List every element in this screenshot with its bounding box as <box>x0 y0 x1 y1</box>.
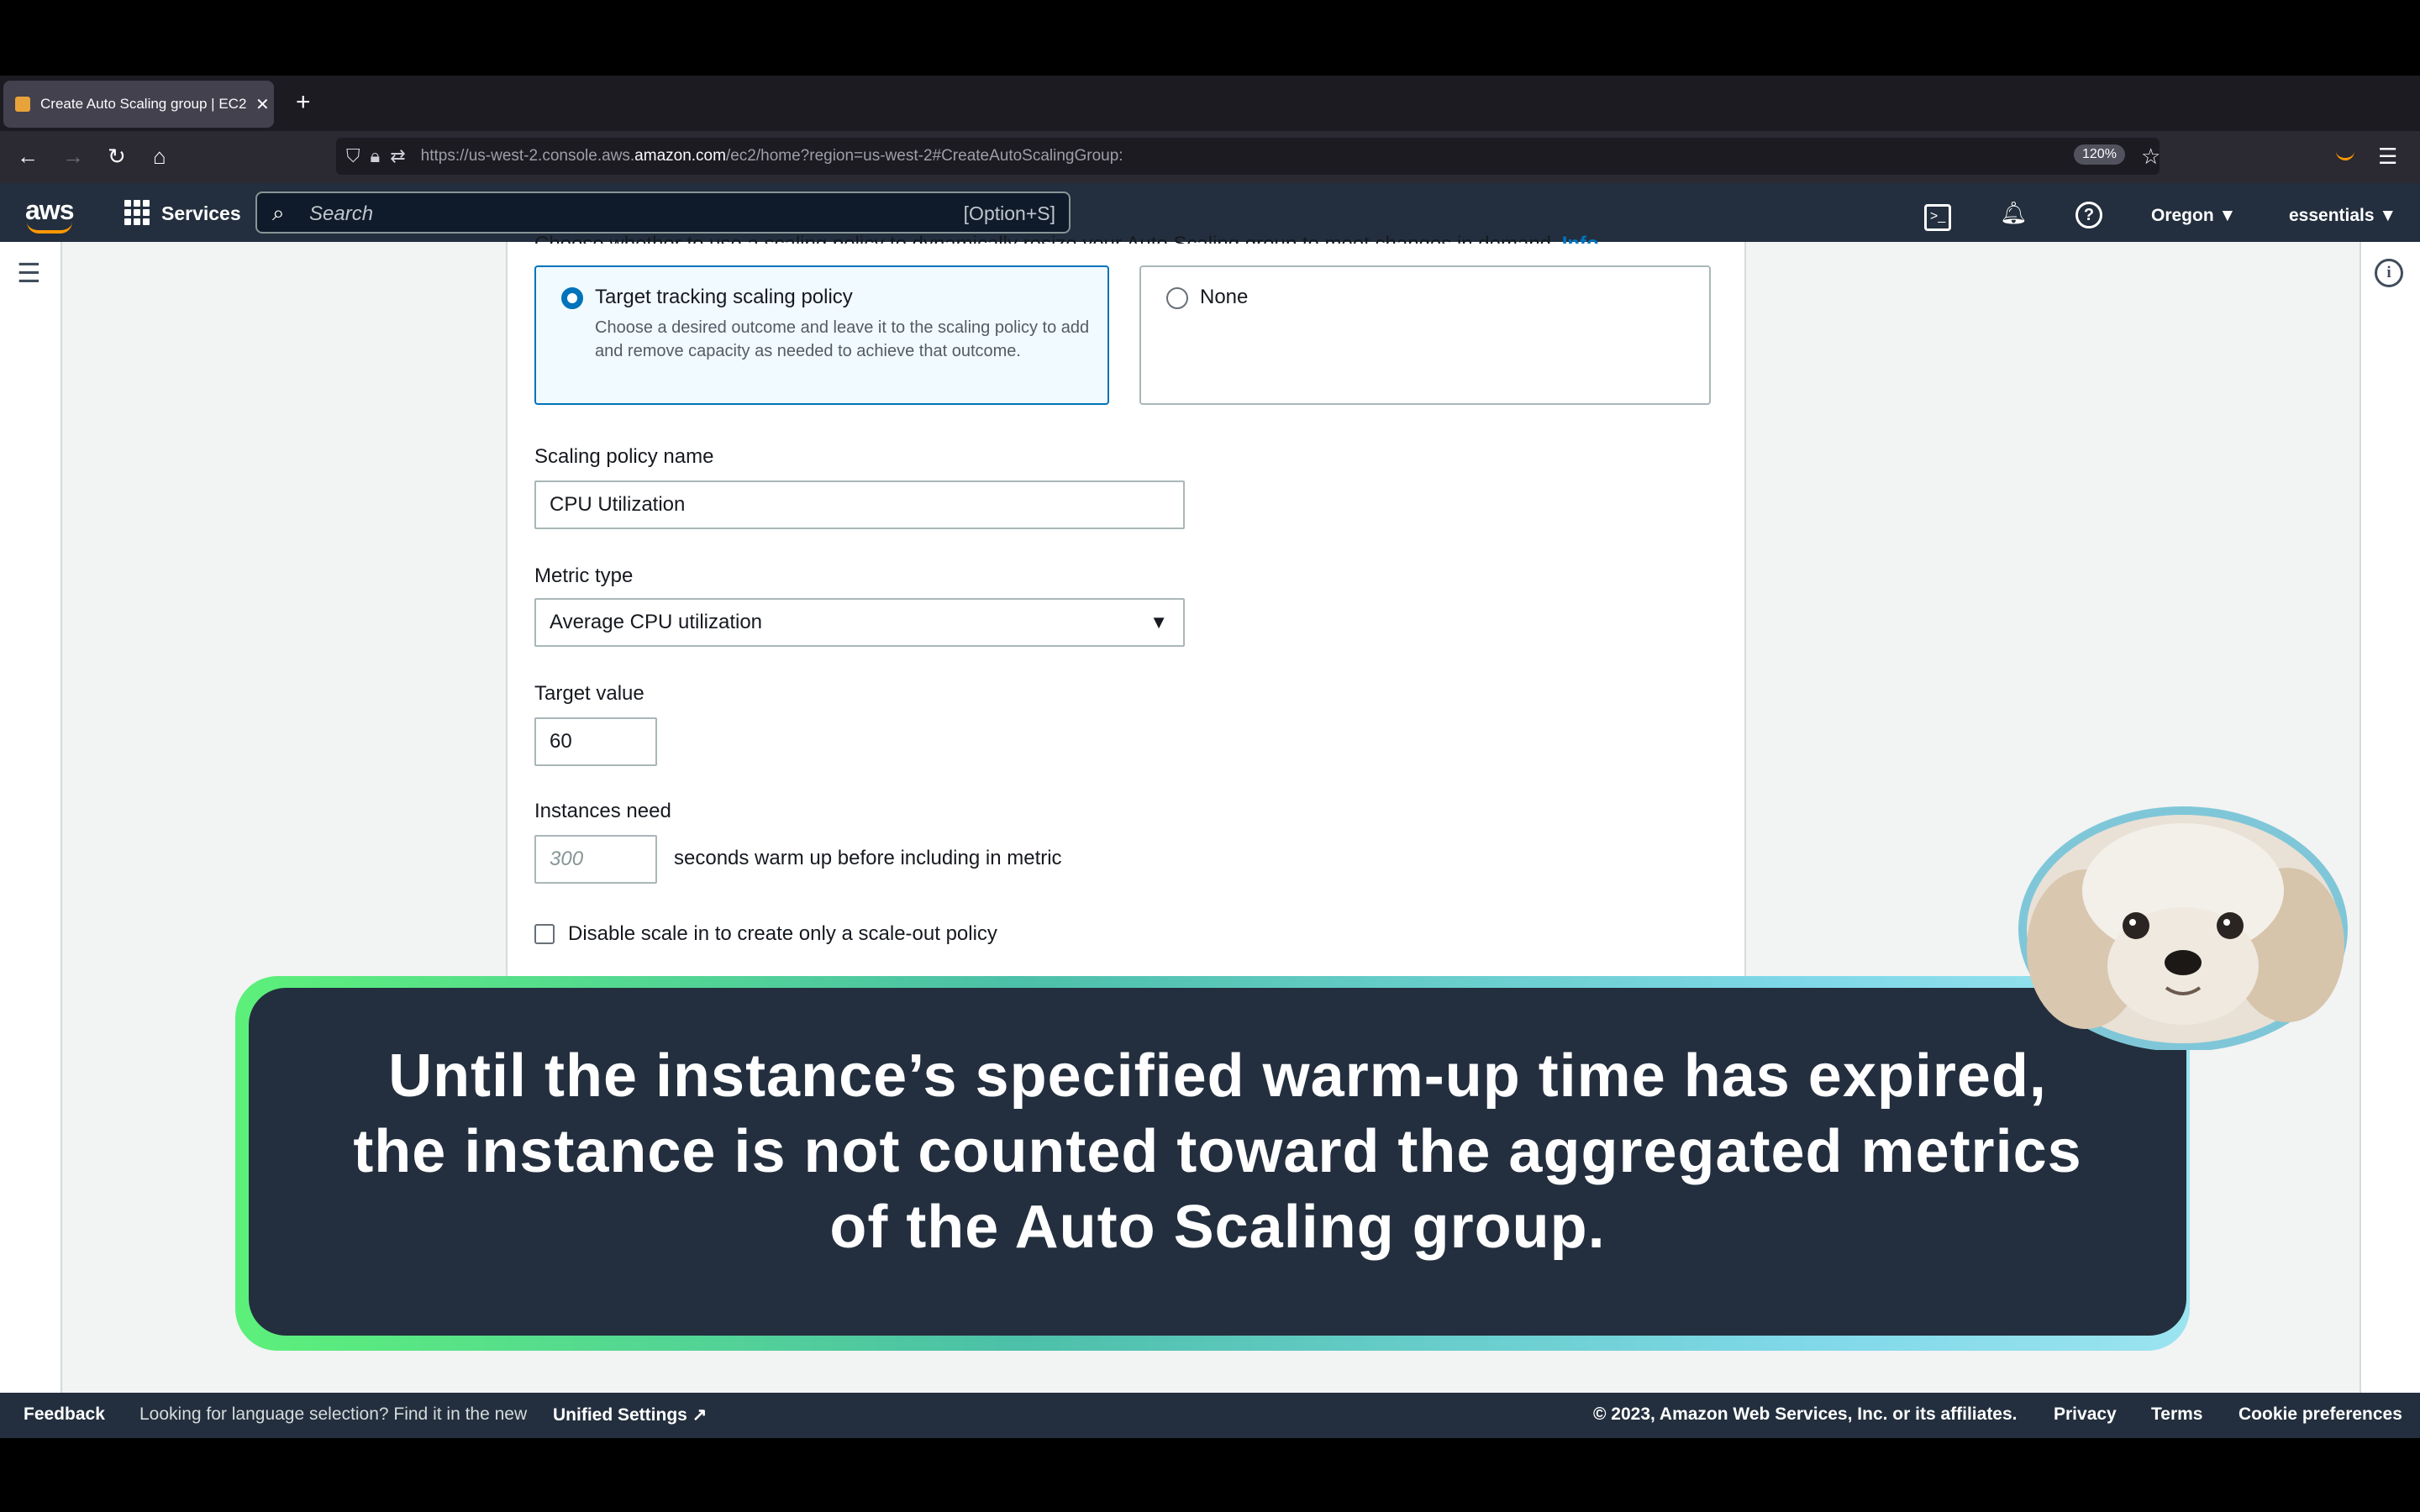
target-value-field[interactable]: 60 <box>534 717 657 766</box>
help-panel-rail <box>2360 242 2420 1393</box>
search-input[interactable]: ⌕ Search [Option+S] <box>255 192 1071 234</box>
target-tracking-title: Target tracking scaling policy <box>595 286 853 308</box>
disable-scale-in-label: Disable scale in to create only a scale-… <box>568 922 997 945</box>
target-tracking-radio[interactable] <box>561 287 583 309</box>
back-icon[interactable]: ← <box>17 139 39 173</box>
policy-name-label: Scaling policy name <box>534 445 714 468</box>
search-placeholder: Search <box>309 202 374 225</box>
metric-type-select[interactable]: Average CPU utilization ▼ <box>534 598 1185 647</box>
lock-icon: 🔒︎ <box>370 145 381 166</box>
policy-name-field[interactable]: CPU Utilization <box>534 480 1185 529</box>
unified-settings-label: Unified Settings <box>553 1405 687 1425</box>
reload-icon[interactable]: ↻ <box>108 139 126 173</box>
browser-tab-strip <box>0 76 2420 131</box>
disable-scale-in-checkbox[interactable] <box>534 924 555 944</box>
section-description: Choose whether to use a scaling policy t… <box>534 232 1599 244</box>
caption-text: Until the instance’s specified warm-up t… <box>249 1038 2186 1265</box>
copyright: © 2023, Amazon Web Services, Inc. or its… <box>1593 1404 2018 1424</box>
privacy-link[interactable]: Privacy <box>2054 1404 2117 1425</box>
target-value-label: Target value <box>534 682 644 705</box>
side-nav <box>0 242 62 1393</box>
metric-type-value: Average CPU utilization <box>550 611 763 633</box>
shield-icon: ⛉ <box>346 145 360 166</box>
bookmark-star-icon[interactable]: ☆ <box>2141 139 2160 173</box>
menu-icon[interactable]: ☰ <box>2378 139 2397 173</box>
url-text: https://us-west-2.console.aws.amazon.com… <box>420 147 1123 165</box>
external-link-icon: ↗ <box>692 1405 708 1425</box>
terms-link[interactable]: Terms <box>2151 1404 2202 1425</box>
account-menu[interactable]: essentials ▼ <box>2289 202 2396 230</box>
browser-tab[interactable]: Create Auto Scaling group | EC2 ✕ <box>3 81 274 128</box>
warmup-field[interactable]: 300 <box>534 835 657 884</box>
target-tracking-option[interactable]: Target tracking scaling policy Choose a … <box>534 265 1109 405</box>
tab-favicon-icon <box>15 97 30 112</box>
region-selector[interactable]: Oregon ▼ <box>2151 202 2236 230</box>
caret-down-icon: ▼ <box>1150 612 1168 633</box>
language-prompt: Looking for language selection? Find it … <box>139 1404 528 1424</box>
none-option[interactable]: None <box>1139 265 1711 405</box>
warmup-suffix: seconds warm up before including in metr… <box>674 847 1062 869</box>
tab-title: Create Auto Scaling group | EC2 <box>40 96 247 112</box>
services-grid-icon[interactable] <box>124 200 150 225</box>
new-tab-button[interactable]: + <box>296 87 311 118</box>
caption-line-2: the instance is not counted toward the a… <box>353 1118 2082 1185</box>
aws-logo-smile-icon <box>27 222 72 234</box>
target-tracking-description: Choose a desired outcome and leave it to… <box>595 318 1090 360</box>
search-icon: ⌕ <box>272 200 285 225</box>
caption-line-3: of the Auto Scaling group. <box>829 1194 1606 1261</box>
none-title: None <box>1200 286 1249 308</box>
info-panel-icon[interactable]: i <box>2375 259 2403 287</box>
services-menu[interactable]: Services <box>161 200 241 227</box>
zoom-badge[interactable]: 120% <box>2074 144 2125 165</box>
tab-close-icon[interactable]: ✕ <box>255 94 270 115</box>
warmup-label: Instances need <box>534 800 671 822</box>
unified-settings-link[interactable]: Unified Settings ↗ <box>553 1404 707 1425</box>
permissions-icon: ⇄ <box>390 145 406 166</box>
notifications-bell-icon[interactable]: 🔔︎ <box>2000 198 2028 227</box>
caption-line-1: Until the instance’s specified warm-up t… <box>388 1042 2047 1110</box>
url-bar[interactable]: ⛉ 🔒︎ ⇄ https://us-west-2.console.aws.ama… <box>336 138 2160 175</box>
dog-avatar <box>2018 806 2348 1050</box>
none-radio[interactable] <box>1166 287 1188 309</box>
cloudshell-icon[interactable]: >_ <box>1924 198 1951 231</box>
feedback-link[interactable]: Feedback <box>24 1404 105 1425</box>
forward-icon[interactable]: → <box>62 139 84 173</box>
home-icon[interactable]: ⌂ <box>153 139 166 173</box>
help-icon[interactable]: ? <box>2075 198 2102 228</box>
cookie-preferences-link[interactable]: Cookie preferences <box>2238 1404 2402 1425</box>
info-link: Info <box>1562 233 1599 244</box>
search-shortcut: [Option+S] <box>963 202 1055 224</box>
hamburger-menu-icon[interactable]: ☰ <box>17 257 41 289</box>
metric-type-label: Metric type <box>534 564 634 587</box>
